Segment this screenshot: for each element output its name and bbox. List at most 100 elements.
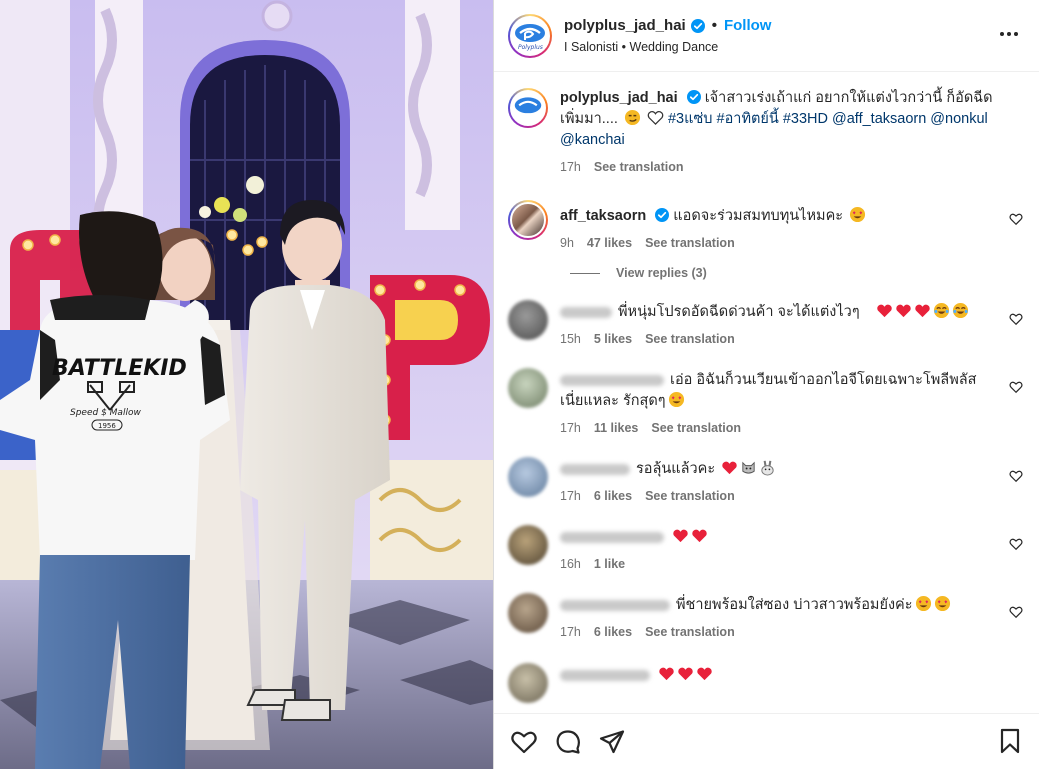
- instagram-post-view: BATTLEKID Speed $ Mallow 1956 Polyplus p…: [0, 0, 1039, 769]
- like-comment-heart-icon[interactable]: [1009, 537, 1023, 551]
- commenter-avatar[interactable]: [508, 525, 548, 565]
- see-translation-link[interactable]: See translation: [645, 625, 735, 639]
- like-heart-icon[interactable]: [510, 728, 538, 756]
- comment-item: พี่หนุ่มโปรดอัดฉีดด่วนค้า จะได้แต่งไวๆ 1…: [508, 300, 1023, 346]
- comment-item: รอลุ้นแล้วคะ 17h 6 likes See translation: [508, 457, 1023, 503]
- jacket-logo-text: BATTLEKID: [52, 356, 187, 381]
- comment-item: พี่ชายพร้อมใส่ซอง บ่าวสาวพร้อมยังค่ะ 17h…: [508, 593, 1023, 639]
- comment-likes[interactable]: 47 likes: [587, 236, 632, 250]
- see-translation-link[interactable]: See translation: [651, 421, 741, 435]
- audio-subtitle[interactable]: I Salonisti • Wedding Dance: [564, 40, 771, 54]
- red-heart-emoji-icon: [659, 667, 674, 681]
- share-paper-plane-icon[interactable]: [598, 728, 626, 756]
- post-details-panel: Polyplus polyplus_jad_hai • Follow I Sal…: [493, 0, 1039, 769]
- caption-comment: polyplus_jad_hai เจ้าสาวเร่งเถ้าแก่ อยาก…: [508, 88, 1023, 174]
- view-replies-button[interactable]: View replies (3): [570, 266, 1023, 280]
- comment-time[interactable]: 9h: [560, 236, 574, 250]
- comment-item: เอ่อ อิฉันก็วนเวียนเข้าออกไอจีโดยเฉพาะโพ…: [508, 368, 1023, 435]
- comment-text: พี่ชายพร้อมใส่ซอง บ่าวสาวพร้อมยังค่ะ: [676, 597, 913, 613]
- commenter-username-blurred[interactable]: [560, 374, 664, 386]
- comment-text: พี่หนุ่มโปรดอัดฉีดด่วนค้า จะได้แต่งไวๆ: [618, 304, 860, 320]
- verified-badge-icon: [686, 90, 701, 104]
- comment-time[interactable]: 17h: [560, 489, 581, 503]
- replies-divider-line: [570, 272, 600, 274]
- commenter-username-blurred[interactable]: [560, 599, 670, 611]
- header-separator: •: [711, 17, 717, 34]
- caption-time[interactable]: 17h: [560, 160, 581, 174]
- red-heart-emoji-icon: [722, 461, 737, 475]
- commenter-username-blurred[interactable]: [560, 463, 630, 475]
- verified-badge-icon: [690, 18, 705, 33]
- comment-likes[interactable]: 6 likes: [594, 625, 632, 639]
- commenter-username[interactable]: aff_taksaorn: [560, 208, 646, 224]
- jacket-year: 1956: [98, 422, 116, 430]
- white-heart-emoji-icon: [647, 110, 664, 125]
- comment-time[interactable]: 16h: [560, 557, 581, 571]
- comments-list[interactable]: polyplus_jad_hai เจ้าสาวเร่งเถ้าแก่ อยาก…: [494, 72, 1039, 713]
- post-action-bar: [494, 713, 1039, 769]
- see-translation-link[interactable]: See translation: [645, 236, 735, 250]
- view-replies-label: View replies (3): [616, 266, 707, 280]
- comment-bubble-icon[interactable]: [554, 728, 582, 756]
- more-options-icon[interactable]: [995, 22, 1023, 46]
- red-heart-emoji-icon: [895, 304, 911, 318]
- comment-time[interactable]: 15h: [560, 332, 581, 346]
- commenter-username-blurred[interactable]: [560, 531, 664, 543]
- see-translation-link[interactable]: See translation: [645, 489, 735, 503]
- verified-badge-icon: [655, 208, 670, 222]
- comment-text: แอดจะร่วมสมทบทุนไหมคะ: [673, 208, 844, 224]
- comment-item: 16h 1 like: [508, 525, 1023, 571]
- caption-text: polyplus_jad_hai เจ้าสาวเร่งเถ้าแก่ อยาก…: [560, 88, 995, 151]
- commenter-avatar[interactable]: [508, 663, 548, 703]
- comment-time[interactable]: 17h: [560, 625, 581, 639]
- comment-time[interactable]: 17h: [560, 421, 581, 435]
- avatar-logo-text: Polyplus: [518, 44, 543, 51]
- author-avatar[interactable]: Polyplus: [508, 13, 552, 58]
- heart-eyes-emoji-icon: [915, 595, 931, 612]
- comment-item: aff_taksaorn แอดจะร่วมสมทบทุนไหมคะ 9h 47…: [508, 200, 1023, 250]
- post-header: Polyplus polyplus_jad_hai • Follow I Sal…: [494, 0, 1039, 72]
- red-heart-emoji-icon: [678, 667, 693, 681]
- see-translation-link[interactable]: See translation: [594, 160, 684, 174]
- red-heart-emoji-icon: [914, 304, 930, 318]
- post-photo: BATTLEKID Speed $ Mallow 1956: [0, 0, 493, 769]
- post-media[interactable]: BATTLEKID Speed $ Mallow 1956: [0, 0, 493, 769]
- commenter-username-blurred[interactable]: [560, 669, 650, 681]
- like-comment-heart-icon[interactable]: [1009, 469, 1023, 483]
- rabbit-emoji-icon: [761, 460, 774, 476]
- red-heart-emoji-icon: [673, 529, 688, 543]
- comment-likes[interactable]: 5 likes: [594, 332, 632, 346]
- red-heart-emoji-icon: [876, 304, 892, 318]
- like-comment-heart-icon[interactable]: [1009, 380, 1023, 394]
- comment-likes[interactable]: 6 likes: [594, 489, 632, 503]
- commenter-avatar[interactable]: [508, 200, 548, 240]
- heart-eyes-emoji-icon: [850, 206, 866, 223]
- follow-button[interactable]: Follow: [724, 17, 772, 34]
- polyplus-logo-icon: Polyplus: [515, 23, 545, 51]
- like-comment-heart-icon[interactable]: [1009, 605, 1023, 619]
- tears-of-joy-emoji-icon: [933, 302, 949, 319]
- author-username[interactable]: polyplus_jad_hai: [564, 17, 686, 34]
- caption-username[interactable]: polyplus_jad_hai: [560, 90, 678, 106]
- commenter-avatar[interactable]: [508, 457, 548, 497]
- see-translation-link[interactable]: See translation: [645, 332, 735, 346]
- red-heart-emoji-icon: [692, 529, 707, 543]
- commenter-username-blurred[interactable]: [560, 306, 612, 318]
- jacket-subtext: Speed $ Mallow: [70, 408, 141, 418]
- comment-text: รอลุ้นแล้วคะ: [636, 461, 716, 477]
- save-bookmark-icon[interactable]: [999, 728, 1025, 756]
- heart-eyes-emoji-icon: [934, 595, 950, 612]
- comment-likes[interactable]: 11 likes: [594, 421, 639, 435]
- commenter-avatar[interactable]: [508, 300, 548, 340]
- comment-likes[interactable]: 1 like: [594, 557, 625, 571]
- smirk-emoji-icon: [624, 109, 640, 126]
- caption-avatar[interactable]: [508, 88, 548, 128]
- like-comment-heart-icon[interactable]: [1009, 312, 1023, 326]
- tears-of-joy-emoji-icon: [952, 302, 968, 319]
- comment-item-partial: [508, 663, 1023, 703]
- red-heart-emoji-icon: [697, 667, 712, 681]
- polyplus-logo-icon: [514, 97, 542, 121]
- commenter-avatar[interactable]: [508, 593, 548, 633]
- like-comment-heart-icon[interactable]: [1009, 212, 1023, 226]
- commenter-avatar[interactable]: [508, 368, 548, 408]
